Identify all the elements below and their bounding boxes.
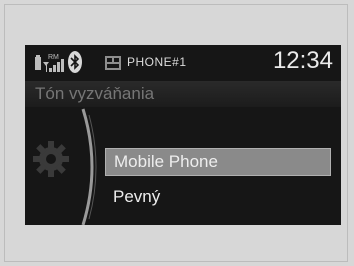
scroll-arc-icon [81,108,97,225]
title-bar: Tón vyzváňania [25,81,341,107]
display-screen: RM PHONE#1 12:34 Tón vyzváňania Mobile P… [25,45,341,225]
clock: 12:34 [272,47,333,74]
bluetooth-icon [68,51,82,73]
battery-icon [35,55,41,70]
status-bar: RM PHONE#1 12:34 [25,45,341,79]
signal-strength-icon: RM [43,54,64,72]
signal-label: RM [48,54,59,61]
menu-item-pevny[interactable]: Pevný [105,183,331,211]
phone-card-icon [105,56,121,70]
menu-item-mobile-phone[interactable]: Mobile Phone [105,148,331,176]
gear-icon [33,141,69,177]
page-title: Tón vyzváňania [35,84,155,103]
phone-name: PHONE#1 [127,55,187,69]
